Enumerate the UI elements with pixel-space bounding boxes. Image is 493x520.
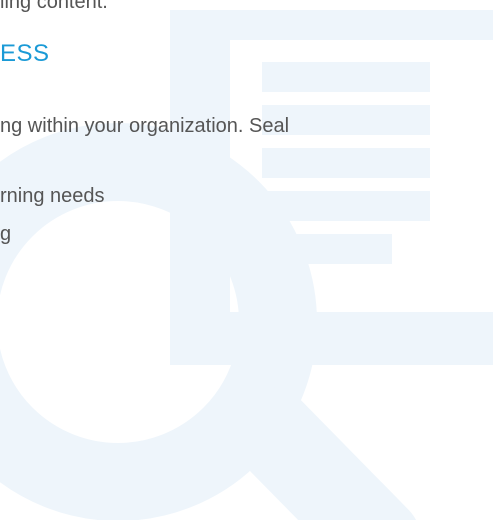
body-line-2: rning needs [0,185,105,207]
body-line-1: ng within your organization. Seal [0,115,290,137]
intro-fragment: ling content. [0,0,108,13]
body-line-3: g [0,223,12,245]
content-text: ling content. ESS ng within your organiz… [0,0,493,520]
page: ling content. ESS ng within your organiz… [0,0,493,520]
section-heading: ESS [0,40,50,67]
